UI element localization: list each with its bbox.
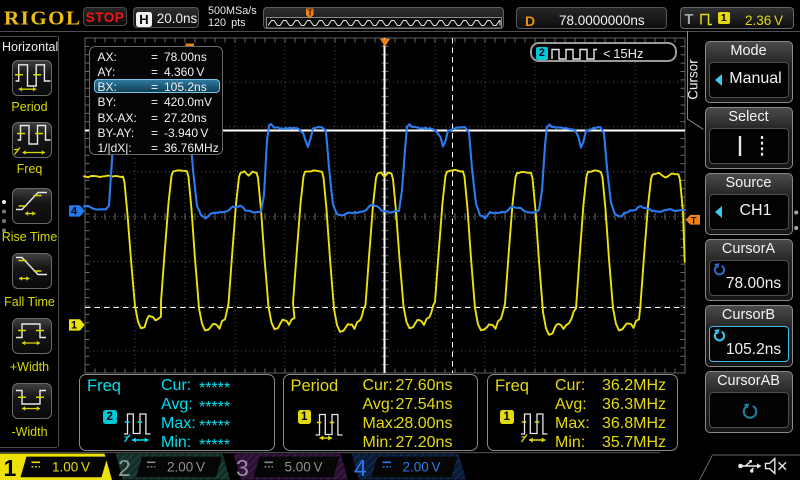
- svg-text:1: 1: [71, 320, 77, 332]
- svg-text:3: 3: [236, 455, 249, 480]
- svg-text:2.00 V: 2.00 V: [403, 460, 441, 475]
- svg-text:1.00 V: 1.00 V: [52, 460, 90, 475]
- svg-text:1: 1: [4, 455, 17, 480]
- svg-text:5.00 V: 5.00 V: [285, 460, 323, 475]
- svg-text:4: 4: [354, 455, 367, 480]
- svg-text:4: 4: [71, 206, 78, 218]
- svg-text:2: 2: [118, 455, 131, 480]
- svg-text:T: T: [691, 215, 697, 226]
- svg-text:2.00 V: 2.00 V: [167, 460, 205, 475]
